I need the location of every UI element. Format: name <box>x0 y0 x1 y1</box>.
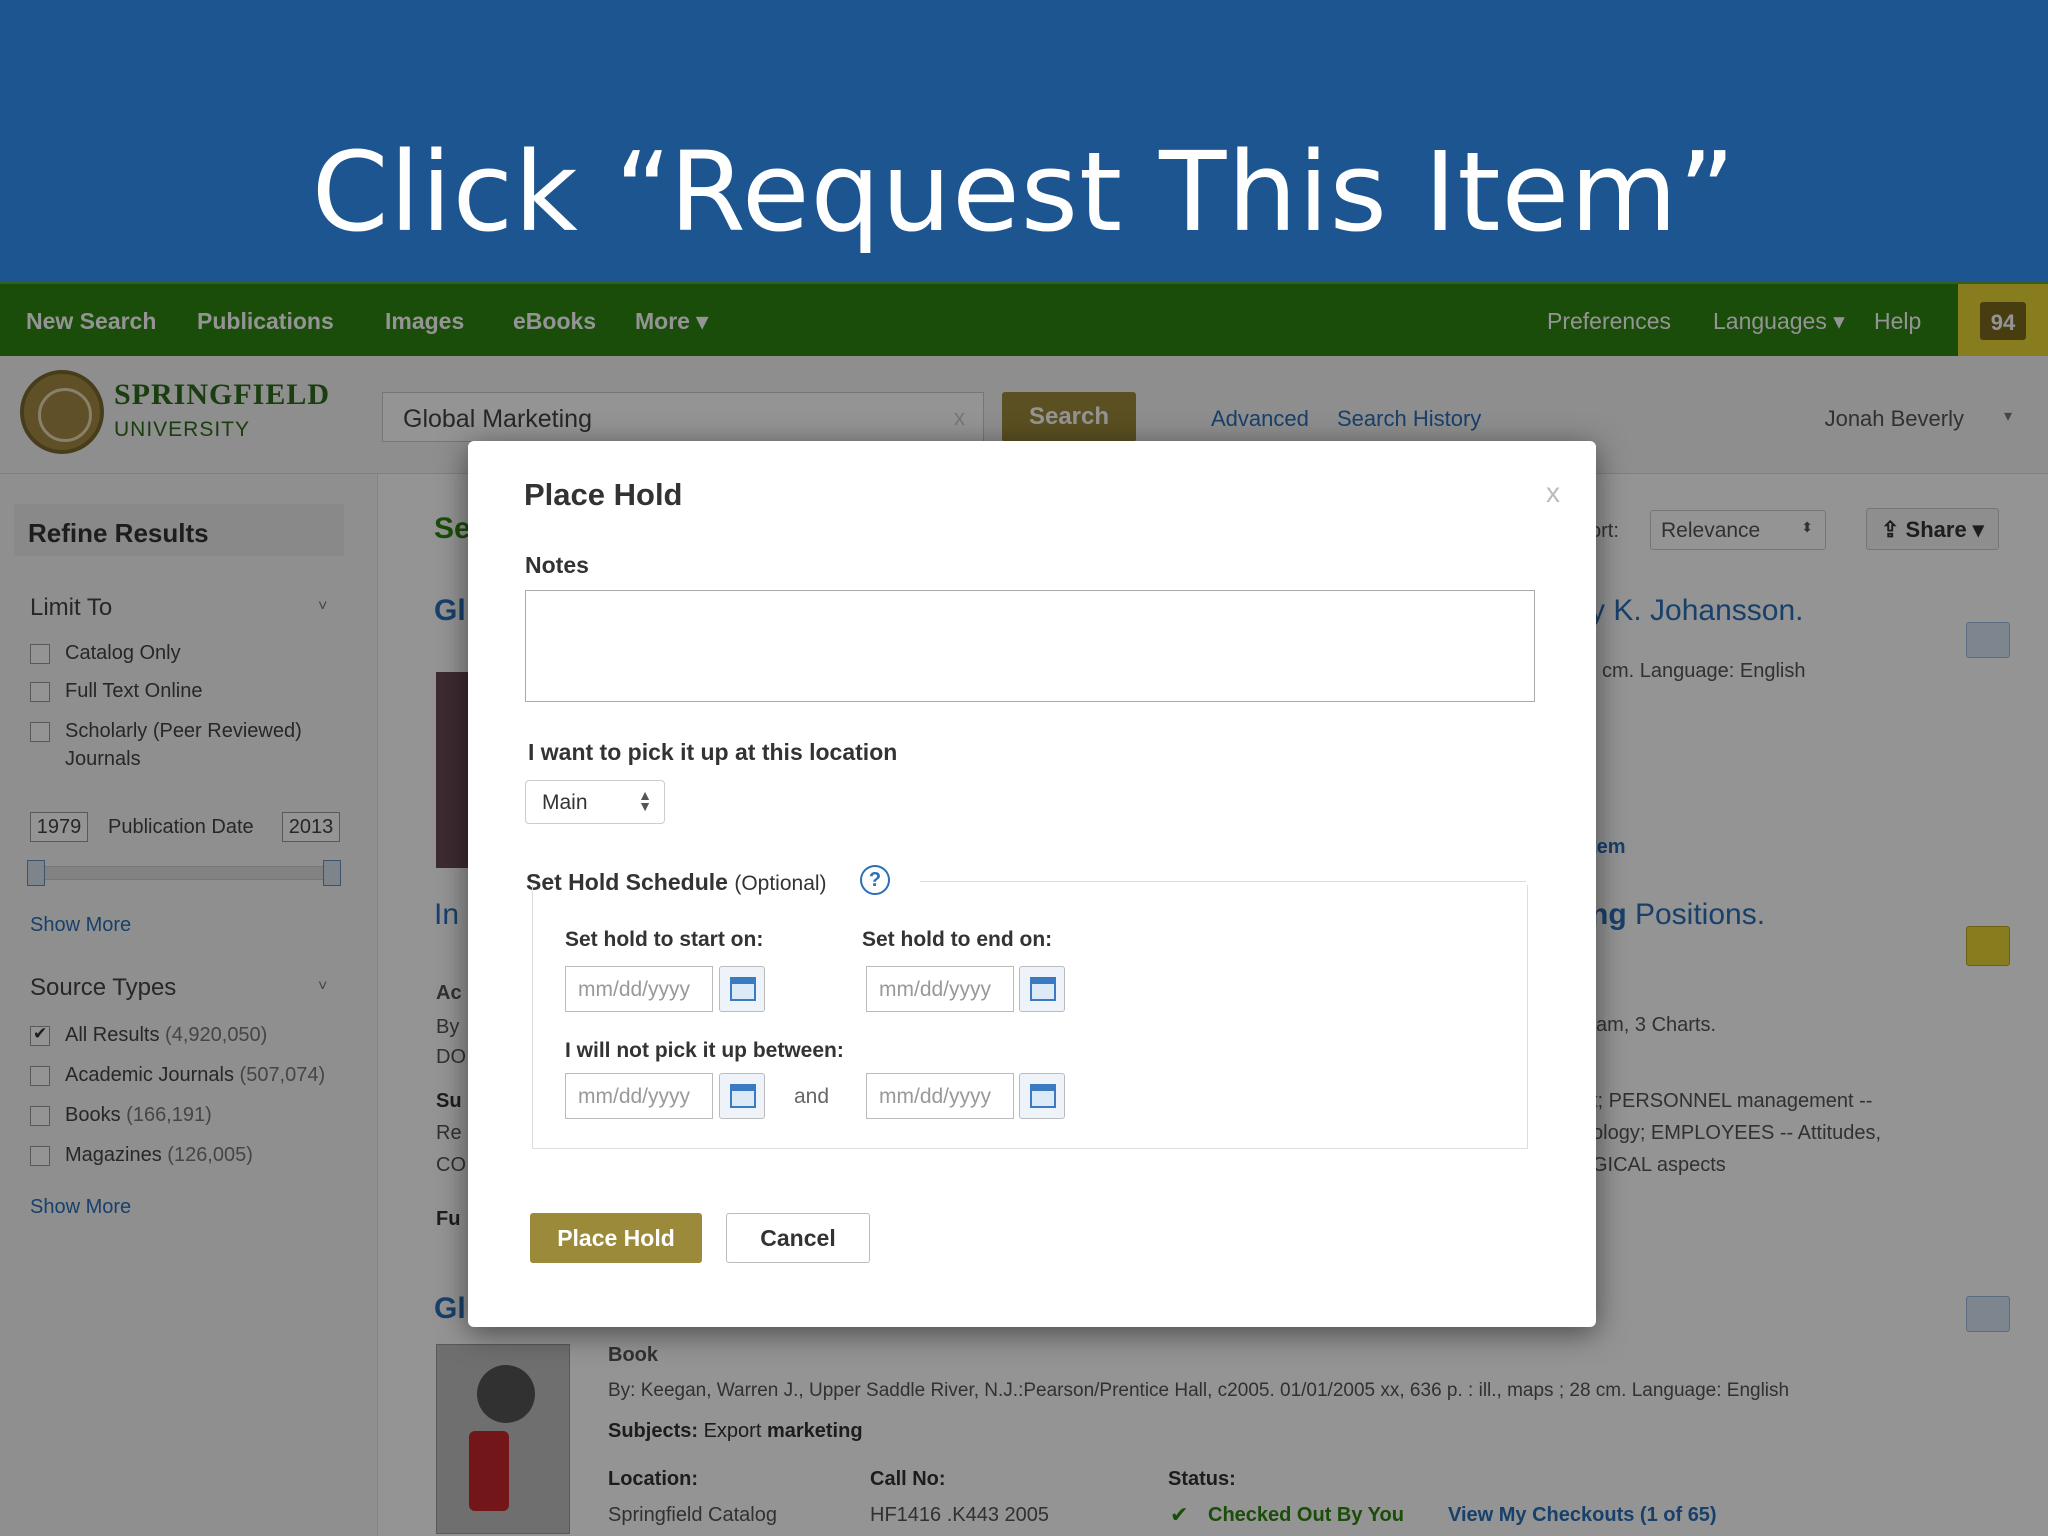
blackout-end-calendar-button[interactable] <box>1019 1073 1065 1119</box>
calendar-icon <box>1030 1084 1056 1108</box>
not-between-label: I will not pick it up between: <box>565 1039 844 1062</box>
close-icon[interactable]: x <box>1546 477 1560 509</box>
start-date-label: Set hold to start on: <box>565 928 764 951</box>
blackout-start-calendar-button[interactable] <box>719 1073 765 1119</box>
calendar-icon <box>730 977 756 1001</box>
select-arrows-icon: ▲ ▼ <box>638 787 652 814</box>
blackout-start-input[interactable]: mm/dd/yyyy <box>565 1073 713 1119</box>
place-hold-dialog: Place Hold x Notes I want to pick it up … <box>468 441 1596 1327</box>
calendar-icon <box>1030 977 1056 1001</box>
dialog-title: Place Hold <box>524 477 683 512</box>
place-hold-button[interactable]: Place Hold <box>530 1213 702 1263</box>
pickup-location-select[interactable]: Main ▲ ▼ <box>525 780 665 824</box>
notes-label: Notes <box>525 552 589 578</box>
slide-title: Click “Request This Item” <box>311 128 1737 256</box>
and-label: and <box>794 1085 830 1108</box>
notes-textarea[interactable] <box>525 590 1535 702</box>
schedule-divider <box>920 881 1526 882</box>
pickup-location-value: Main <box>542 791 588 814</box>
blackout-end-input[interactable]: mm/dd/yyyy <box>866 1073 1014 1119</box>
end-date-input[interactable]: mm/dd/yyyy <box>866 966 1014 1012</box>
calendar-icon <box>730 1084 756 1108</box>
start-date-calendar-button[interactable] <box>719 966 765 1012</box>
end-date-calendar-button[interactable] <box>1019 966 1065 1012</box>
pickup-location-label: I want to pick it up at this location <box>528 739 898 765</box>
end-date-label: Set hold to end on: <box>862 928 1053 951</box>
slide-banner: Click “Request This Item” <box>0 0 2048 282</box>
start-date-input[interactable]: mm/dd/yyyy <box>565 966 713 1012</box>
cancel-button[interactable]: Cancel <box>726 1213 870 1263</box>
